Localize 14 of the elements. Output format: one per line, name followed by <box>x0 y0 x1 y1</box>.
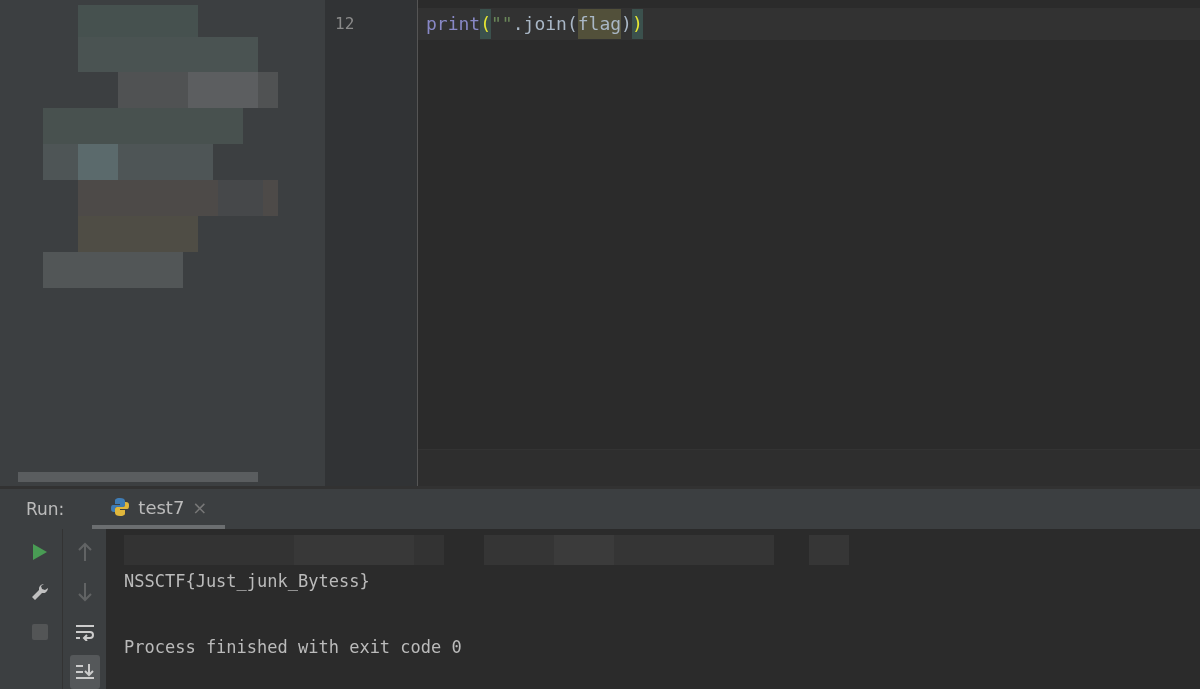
console-output: NSSCTF{Just_junk_Bytess} <box>124 570 371 593</box>
scroll-end-button[interactable] <box>69 655 100 689</box>
python-icon <box>110 497 131 517</box>
run-icon <box>32 543 48 561</box>
line-number: 12 <box>334 13 356 35</box>
run-label: Run: <box>26 499 65 519</box>
scroll-to-end-icon <box>74 663 95 681</box>
console-output: Process finished with exit code 0 <box>124 636 463 659</box>
wrench-icon <box>30 582 50 602</box>
scrollbar[interactable] <box>18 472 258 482</box>
soft-wrap-icon <box>74 623 95 641</box>
up-arrow-icon <box>76 542 93 562</box>
code-line: print("".join(flag)) <box>426 9 643 39</box>
down-arrow-icon <box>76 582 93 602</box>
